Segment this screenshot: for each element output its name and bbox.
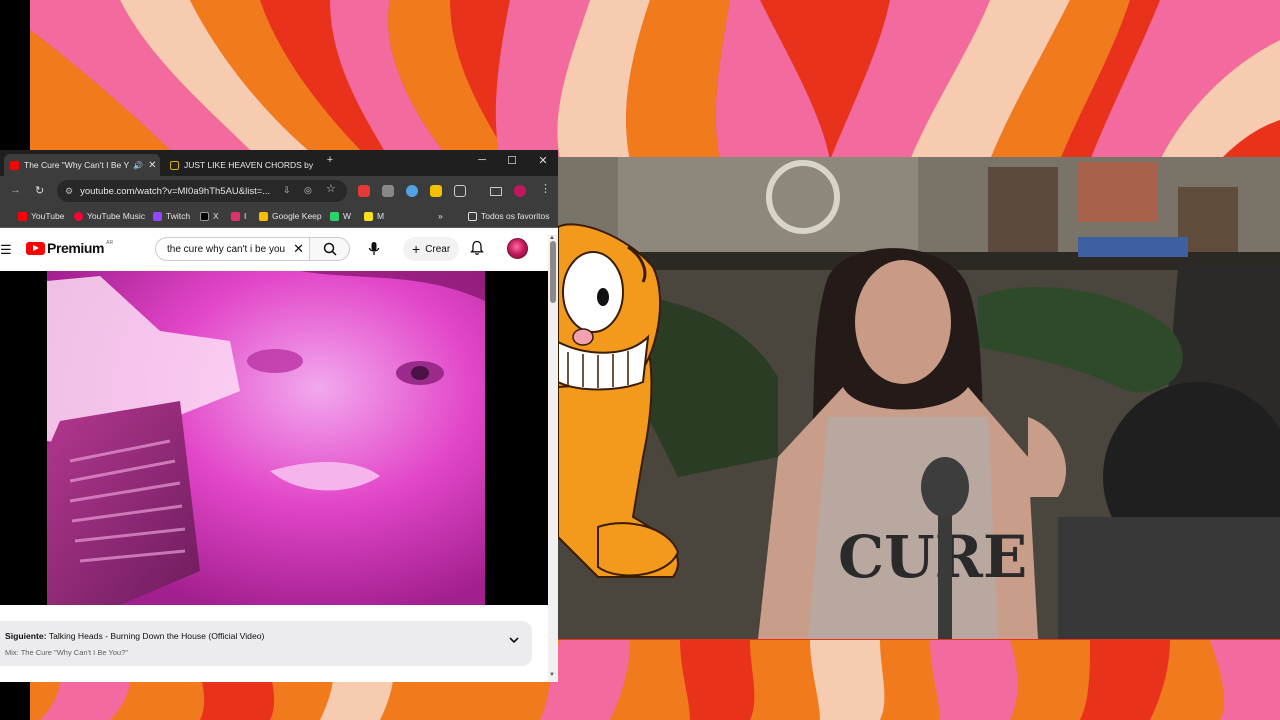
m-site-icon: [364, 211, 373, 221]
webcam-feed: CURE: [558, 157, 1280, 639]
tab-close-icon[interactable]: ✕: [143, 160, 156, 171]
create-button[interactable]: + Crear: [403, 237, 460, 261]
kebab-menu-icon[interactable]: ⋮: [540, 182, 551, 195]
page-scrollbar[interactable]: ▲ ▼: [548, 235, 558, 682]
youtube-icon: [18, 211, 27, 221]
up-next-title: Siguiente: Talking Heads - Burning Down …: [5, 631, 265, 641]
youtube-header: ☰ Premium AR the cure why can't i be you…: [0, 228, 558, 268]
eye-off-icon[interactable]: ◎: [304, 185, 312, 196]
speaker-icon[interactable]: 🔊: [133, 161, 143, 170]
bookmarks-overflow-button[interactable]: »: [438, 211, 443, 221]
search-icon: [323, 242, 337, 256]
browser-toolbar: → ↻ ⚙ youtube.com/watch?v=MI0a9hTh5AU&li…: [0, 176, 558, 206]
video-player[interactable]: [0, 271, 549, 605]
extensions-puzzle-icon[interactable]: [454, 185, 466, 197]
tab-youtube[interactable]: The Cure "Why Can't I Be Y 🔊 ✕: [4, 154, 160, 176]
all-bookmarks-folder[interactable]: Todos os favoritos: [468, 211, 550, 221]
search-query: the cure why can't i be you: [167, 243, 286, 255]
new-tab-button[interactable]: +: [318, 154, 342, 166]
tab-strip: The Cure "Why Can't I Be Y 🔊 ✕ JUST LIKE…: [0, 150, 558, 176]
chevron-down-icon[interactable]: [508, 635, 520, 645]
up-next-card[interactable]: Siguiente: Talking Heads - Burning Down …: [0, 621, 532, 666]
x-icon: [200, 211, 209, 221]
youtube-premium-logo[interactable]: Premium AR: [26, 240, 113, 256]
bookmark-w[interactable]: W: [330, 211, 351, 221]
reload-icon[interactable]: ↻: [35, 184, 44, 197]
tab-chords[interactable]: JUST LIKE HEAVEN CHORDS by ✕: [164, 154, 314, 176]
close-window-button[interactable]: ✕: [528, 154, 558, 167]
extension-adblock-icon[interactable]: [358, 185, 370, 197]
maximize-button[interactable]: ☐: [497, 154, 527, 167]
bookmark-twitch[interactable]: Twitch: [153, 211, 190, 221]
bookmark-m[interactable]: M: [364, 211, 384, 221]
mix-label: Mix: The Cure "Why Can't I Be You?": [5, 648, 128, 657]
bookmark-google-keep[interactable]: Google Keep: [259, 211, 322, 221]
tab-close-icon[interactable]: ✕: [313, 160, 314, 171]
minimize-button[interactable]: ─: [467, 154, 497, 166]
microphone-icon: [368, 242, 380, 255]
browser-window: The Cure "Why Can't I Be Y 🔊 ✕ JUST LIKE…: [0, 150, 558, 682]
hamburger-menu-icon[interactable]: ☰: [0, 242, 12, 258]
folder-icon: [468, 211, 477, 221]
plus-icon: +: [412, 241, 421, 257]
chords-favicon-icon: [170, 160, 179, 170]
youtube-music-icon: [74, 211, 83, 221]
bookmark-youtube[interactable]: YouTube: [18, 211, 64, 221]
profile-avatar-icon[interactable]: [514, 185, 526, 197]
tab-title: The Cure "Why Can't I Be Y: [24, 160, 130, 170]
search-input[interactable]: the cure why can't i be you ✕: [155, 237, 309, 261]
youtube-favicon-icon: [10, 160, 19, 170]
bookmark-star-icon[interactable]: ☆: [326, 182, 336, 195]
youtube-logo-icon: [26, 241, 45, 255]
twitch-icon: [153, 211, 162, 221]
notifications-bell-icon[interactable]: [470, 240, 484, 256]
tab-title: JUST LIKE HEAVEN CHORDS by: [184, 160, 314, 170]
instagram-icon: [231, 211, 240, 221]
media-control-icon[interactable]: [490, 187, 502, 196]
search-button[interactable]: [309, 237, 350, 261]
url-text: youtube.com/watch?v=MI0a9hTh5AU&list=...: [80, 185, 271, 197]
extension-shield-icon[interactable]: [406, 185, 418, 197]
bookmark-instagram[interactable]: I: [231, 211, 246, 221]
extension-keep-icon[interactable]: [430, 185, 442, 197]
clear-search-icon[interactable]: ✕: [293, 241, 304, 257]
bookmark-x[interactable]: X: [200, 211, 219, 221]
bookmark-youtube-music[interactable]: YouTube Music: [74, 211, 145, 221]
voice-search-button[interactable]: [362, 237, 386, 261]
stream-canvas: The Cure "Why Can't I Be Y 🔊 ✕ JUST LIKE…: [0, 0, 1280, 720]
site-info-icon[interactable]: ⚙: [65, 186, 73, 197]
scroll-down-icon[interactable]: ▼: [549, 672, 555, 678]
w-site-icon: [330, 211, 339, 221]
account-avatar[interactable]: [507, 238, 528, 259]
scroll-thumb[interactable]: [550, 241, 556, 303]
svg-text:CURE: CURE: [838, 523, 1027, 591]
bookmarks-bar: YouTube YouTube Music Twitch X I Google …: [0, 206, 558, 228]
install-icon[interactable]: ⇩: [283, 185, 291, 196]
extension-camera-icon[interactable]: [382, 185, 394, 197]
forward-icon[interactable]: →: [10, 184, 21, 196]
google-keep-icon: [259, 211, 268, 221]
